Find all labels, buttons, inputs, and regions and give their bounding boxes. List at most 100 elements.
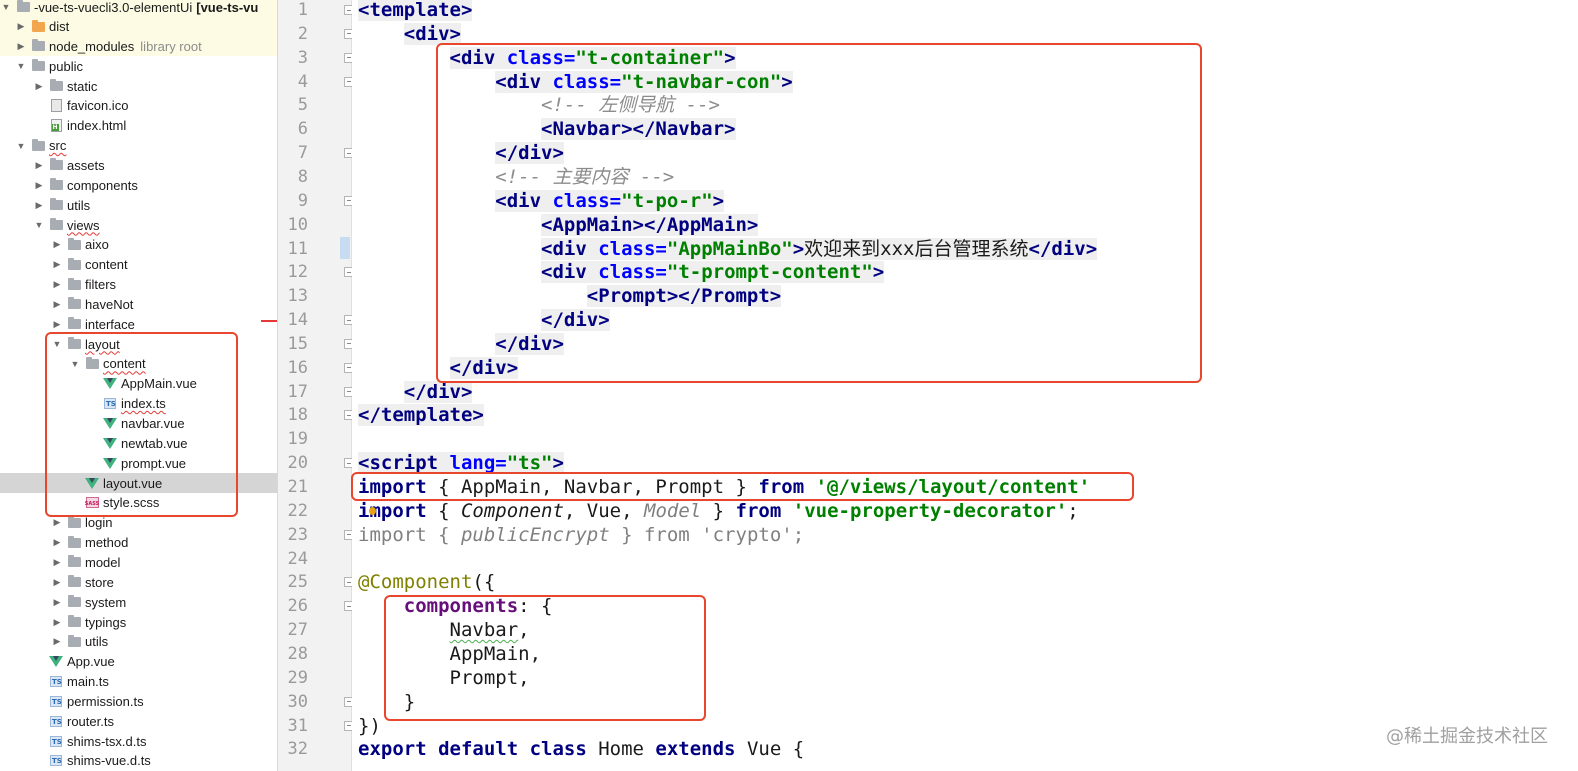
tree-item-typings[interactable]: ▶ typings	[0, 612, 277, 632]
line-number: 15	[287, 333, 308, 354]
tree-item-label: filters	[85, 277, 117, 293]
folder-icon	[49, 79, 63, 92]
tree-item-node-modules[interactable]: ▶ node_modules library root	[0, 36, 277, 57]
line-number-gutter: 1 2 3 4 5 6 7 8 9 10 11 12 13 14 15 16 17 18 19 20 21 22 23 24 2…	[278, 0, 352, 771]
folder-icon	[67, 634, 81, 647]
tree-item-label: dist	[49, 19, 70, 34]
tree-item-shims-vue-d-ts[interactable]: TS shims-vue.d.ts	[0, 751, 277, 771]
line-number: 29	[287, 667, 308, 688]
chevron-right-icon[interactable]: ▶	[51, 557, 63, 568]
tree-item-src[interactable]: ▼ src	[0, 136, 277, 156]
chevron-right-icon[interactable]: ▶	[15, 41, 27, 52]
tree-item-shims-tsx-d-ts[interactable]: TS shims-tsx.d.ts	[0, 731, 277, 751]
tree-item-content[interactable]: ▶ content	[0, 255, 277, 275]
chevron-right-icon[interactable]: ▶	[51, 517, 63, 528]
tree-item-label: node_modules	[49, 38, 135, 54]
folder-icon	[67, 257, 81, 270]
chevron-right-icon[interactable]: ▶	[51, 597, 63, 608]
chevron-down-icon[interactable]: ▼	[0, 2, 12, 12]
code-line[interactable]: })	[358, 714, 381, 738]
line-number: 1	[297, 0, 308, 20]
code-line[interactable]: @Component({	[358, 570, 495, 594]
tree-item-label: method	[85, 535, 129, 551]
chevron-right-icon[interactable]: ▶	[33, 200, 45, 211]
tree-item-model[interactable]: ▶ model	[0, 552, 277, 572]
line-number: 24	[287, 548, 308, 569]
tree-item-index-html[interactable]: index.html	[0, 116, 277, 136]
tree-item-havenot[interactable]: ▶ haveNot	[0, 294, 277, 314]
code-token: import {	[358, 523, 461, 546]
tree-item-main-ts[interactable]: TS main.ts	[0, 672, 277, 692]
line-number: 9	[297, 190, 308, 211]
chevron-right-icon[interactable]: ▶	[51, 617, 63, 628]
tree-item-system[interactable]: ▶ system	[0, 592, 277, 612]
project-root-label: -vue-ts-vuecli3.0-elementUi	[34, 0, 193, 15]
code-token: @Component	[358, 571, 473, 594]
code-line[interactable]: import { publicEncrypt } from 'crypto';	[358, 523, 804, 547]
line-number: 11	[287, 238, 308, 259]
chevron-down-icon[interactable]: ▼	[15, 141, 27, 151]
chevron-right-icon[interactable]: ▶	[51, 259, 63, 270]
chevron-right-icon[interactable]: ▶	[51, 279, 63, 290]
chevron-right-icon[interactable]: ▶	[33, 81, 45, 92]
tree-item-public[interactable]: ▼ public	[0, 56, 277, 76]
library-root-tag: library root	[140, 38, 202, 54]
tree-item-label: haveNot	[85, 296, 134, 312]
line-number: 27	[287, 620, 308, 641]
tree-item-app-vue[interactable]: App.vue	[0, 652, 277, 672]
code-line[interactable]: export default class Home extends Vue {	[358, 737, 804, 761]
tree-item-favicon-ico[interactable]: favicon.ico	[0, 96, 277, 116]
tree-item-label: utils	[85, 634, 109, 650]
chevron-right-icon[interactable]: ▶	[51, 319, 63, 330]
chevron-right-icon[interactable]: ▶	[51, 537, 63, 548]
tree-item-label: model	[85, 554, 121, 570]
tree-item-router-ts[interactable]: TS router.ts	[0, 711, 277, 731]
typescript-file-icon: TS	[50, 735, 62, 747]
tree-item-filters[interactable]: ▶ filters	[0, 275, 277, 295]
chevron-right-icon[interactable]: ▶	[51, 239, 63, 250]
lightbulb-icon[interactable]	[369, 507, 376, 515]
code-token: <template>	[358, 0, 473, 21]
line-number: 14	[287, 310, 308, 331]
code-token: } from 'crypto';	[609, 523, 805, 546]
line-number: 12	[287, 262, 308, 283]
image-file-icon	[49, 99, 63, 113]
code-line[interactable]: </template>	[358, 403, 484, 427]
tree-item-label: components	[67, 177, 138, 193]
line-number: 26	[287, 596, 308, 617]
tree-item-dist[interactable]: ▶ dist	[0, 16, 277, 37]
code-line[interactable]: import { Component, Vue, Model } from 'v…	[358, 499, 1079, 523]
template-block-highlight	[436, 43, 1202, 383]
line-number: 19	[287, 429, 308, 450]
tree-item-method[interactable]: ▶ method	[0, 533, 277, 553]
code-line[interactable]: <template>	[358, 0, 473, 22]
chevron-down-icon[interactable]: ▼	[15, 61, 27, 71]
tree-item-label: store	[85, 574, 114, 590]
tree-item-utils[interactable]: ▶ utils	[0, 195, 277, 215]
chevron-right-icon[interactable]: ▶	[51, 636, 63, 647]
chevron-right-icon[interactable]: ▶	[33, 160, 45, 171]
code-line[interactable]: </div>	[358, 380, 473, 404]
tree-item-permission-ts[interactable]: TS permission.ts	[0, 691, 277, 711]
tree-item-label: login	[85, 515, 113, 531]
folder-icon	[31, 19, 45, 32]
chevron-down-icon[interactable]: ▼	[33, 220, 45, 230]
chevron-right-icon[interactable]: ▶	[51, 577, 63, 588]
tree-item-static[interactable]: ▶ static	[0, 76, 277, 96]
line-number: 10	[287, 214, 308, 235]
folder-icon	[67, 615, 81, 628]
project-root-row[interactable]: ▼ -vue-ts-vuecli3.0-elementUi [vue-ts-vu	[0, 0, 277, 17]
chevron-right-icon[interactable]: ▶	[15, 21, 27, 32]
tree-item-aixo[interactable]: ▶ aixo	[0, 235, 277, 255]
tree-item-utils[interactable]: ▶ utils	[0, 632, 277, 652]
chevron-right-icon[interactable]: ▶	[51, 299, 63, 310]
folder-icon	[49, 198, 63, 211]
tree-item-views[interactable]: ▼ views	[0, 215, 277, 235]
tree-item-label: src	[49, 138, 67, 154]
code-token: publicEncrypt	[460, 523, 610, 546]
tree-item-assets[interactable]: ▶ assets	[0, 155, 277, 175]
tree-item-label: App.vue	[67, 654, 115, 670]
tree-item-components[interactable]: ▶ components	[0, 175, 277, 195]
chevron-right-icon[interactable]: ▶	[33, 180, 45, 191]
tree-item-store[interactable]: ▶ store	[0, 572, 277, 592]
